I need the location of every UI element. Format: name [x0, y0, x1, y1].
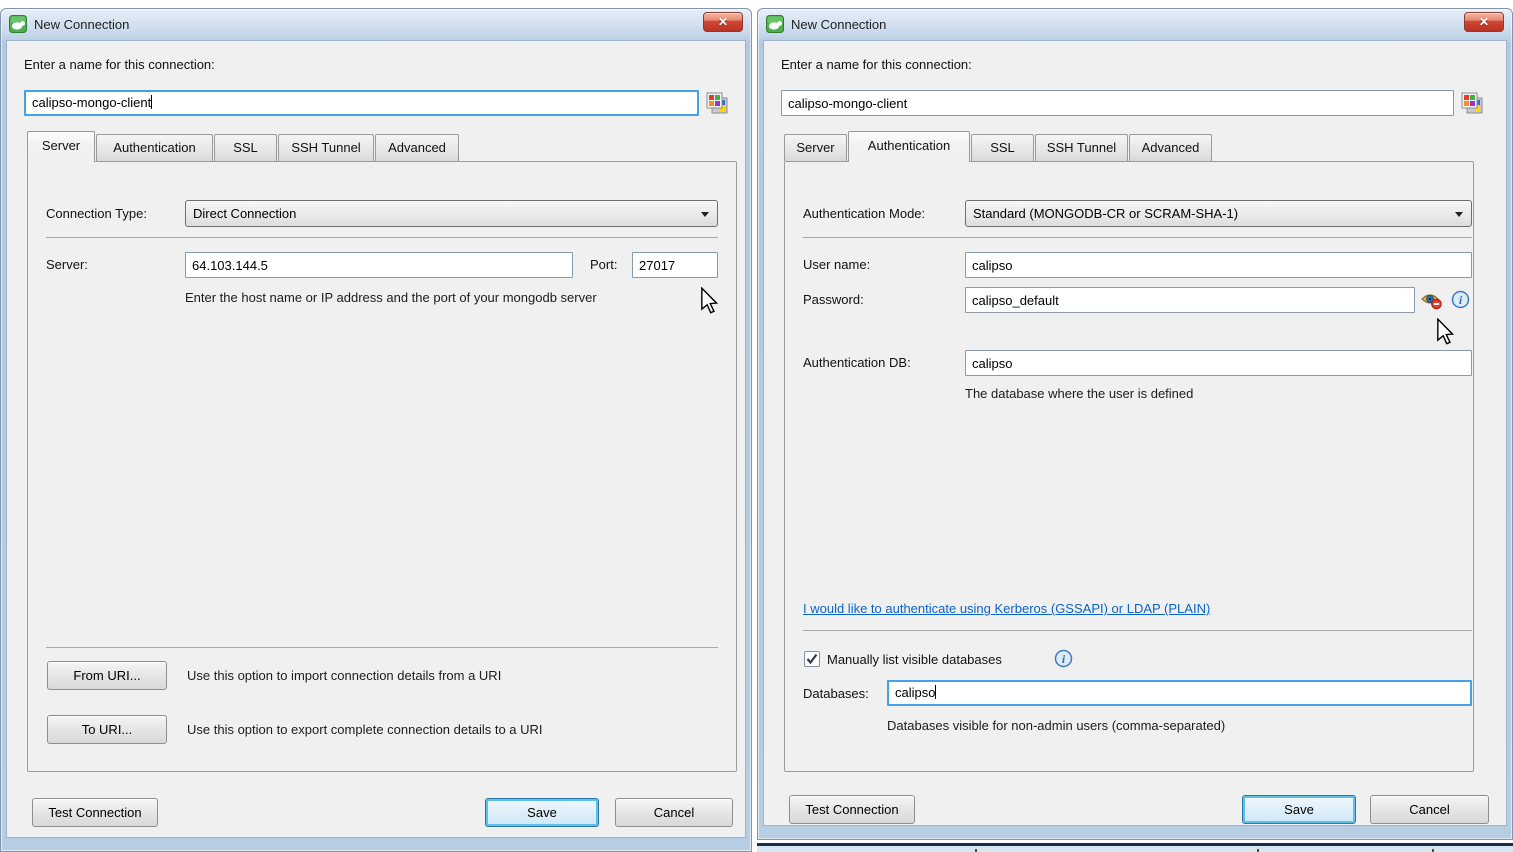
- cancel-button[interactable]: Cancel: [615, 798, 733, 827]
- tab-server[interactable]: Server: [784, 134, 847, 161]
- tab-authentication[interactable]: Authentication: [96, 134, 213, 161]
- server-address-input[interactable]: [185, 252, 573, 278]
- color-swatch-icon[interactable]: [1461, 92, 1484, 115]
- to-uri-hint: Use this option to export complete conne…: [187, 722, 543, 737]
- save-button[interactable]: Save: [1242, 795, 1356, 824]
- color-swatch-icon[interactable]: [706, 92, 729, 115]
- mouse-cursor-icon: [700, 287, 720, 315]
- tab-advanced[interactable]: Advanced: [375, 134, 459, 161]
- password-input[interactable]: [965, 287, 1415, 313]
- port-label: Port:: [590, 257, 617, 272]
- save-button[interactable]: Save: [485, 798, 599, 827]
- separator: [803, 630, 1472, 631]
- connection-name-label: Enter a name for this connection:: [24, 57, 215, 72]
- app-icon: [766, 15, 784, 33]
- close-icon[interactable]: ✕: [703, 12, 743, 32]
- connection-name-input[interactable]: [781, 90, 1454, 116]
- databases-label: Databases:: [803, 686, 869, 701]
- connection-name-input[interactable]: calipso-mongo-client: [24, 90, 699, 116]
- password-label: Password:: [803, 292, 864, 307]
- auth-mode-label: Authentication Mode:: [803, 206, 925, 221]
- test-connection-button[interactable]: Test Connection: [32, 798, 158, 827]
- mouse-cursor-icon: [1436, 318, 1456, 346]
- info-icon[interactable]: i: [1054, 649, 1073, 668]
- auth-db-input[interactable]: [965, 350, 1472, 376]
- auth-mode-select[interactable]: Standard (MONGODB-CR or SCRAM-SHA-1): [965, 200, 1472, 227]
- separator: [46, 237, 718, 238]
- auth-db-hint: The database where the user is defined: [965, 386, 1193, 401]
- tab-ssl[interactable]: SSL: [971, 134, 1034, 161]
- to-uri-button[interactable]: To URI...: [47, 715, 167, 744]
- manually-list-databases-label: Manually list visible databases: [827, 652, 1002, 667]
- username-input[interactable]: [965, 252, 1472, 278]
- manually-list-databases-checkbox[interactable]: [804, 651, 820, 667]
- from-uri-hint: Use this option to import connection det…: [187, 668, 501, 683]
- close-icon[interactable]: ✕: [1464, 12, 1504, 32]
- window-title: New Connection: [791, 17, 886, 32]
- chevron-down-icon: [1455, 212, 1463, 217]
- server-label: Server:: [46, 257, 88, 272]
- test-connection-button[interactable]: Test Connection: [789, 795, 915, 824]
- separator: [803, 237, 1472, 238]
- titlebar[interactable]: New Connection ✕: [1, 9, 751, 39]
- tab-ssh-tunnel[interactable]: SSH Tunnel: [278, 134, 374, 161]
- chevron-down-icon: [701, 212, 709, 217]
- connection-type-select[interactable]: Direct Connection: [185, 200, 718, 227]
- text-caret: [935, 685, 936, 699]
- dialog-body: Enter a name for this connection: Server…: [763, 40, 1507, 826]
- tab-ssl[interactable]: SSL: [214, 134, 277, 161]
- background-window-edge: [757, 843, 1513, 852]
- tab-ssh-tunnel[interactable]: SSH Tunnel: [1035, 134, 1128, 161]
- tab-authentication[interactable]: Authentication: [848, 131, 970, 162]
- connection-type-label: Connection Type:: [46, 206, 147, 221]
- check-icon: [805, 652, 819, 666]
- connection-name-label: Enter a name for this connection:: [781, 57, 972, 72]
- app-icon: [9, 15, 27, 33]
- hide-password-eye-icon[interactable]: [1420, 290, 1444, 310]
- text-caret: [151, 95, 152, 109]
- databases-hint: Databases visible for non-admin users (c…: [887, 718, 1225, 733]
- username-label: User name:: [803, 257, 870, 272]
- cancel-button[interactable]: Cancel: [1370, 795, 1489, 824]
- tab-advanced[interactable]: Advanced: [1129, 134, 1212, 161]
- port-input[interactable]: [632, 252, 718, 278]
- titlebar[interactable]: New Connection ✕: [758, 9, 1512, 39]
- kerberos-ldap-link[interactable]: I would like to authenticate using Kerbe…: [803, 601, 1210, 616]
- databases-input[interactable]: calipso: [887, 680, 1472, 706]
- dialog-body: Enter a name for this connection: calips…: [6, 40, 746, 838]
- server-hint: Enter the host name or IP address and th…: [185, 290, 597, 305]
- auth-db-label: Authentication DB:: [803, 355, 911, 370]
- window-title: New Connection: [34, 17, 129, 32]
- new-connection-dialog-authentication: New Connection ✕ Enter a name for this c…: [757, 8, 1513, 840]
- separator: [46, 647, 718, 648]
- new-connection-dialog-server: New Connection ✕ Enter a name for this c…: [0, 8, 752, 852]
- screen: New Connection ✕ Enter a name for this c…: [0, 0, 1513, 852]
- from-uri-button[interactable]: From URI...: [47, 661, 167, 690]
- info-icon[interactable]: i: [1451, 290, 1470, 309]
- tab-server[interactable]: Server: [27, 131, 95, 162]
